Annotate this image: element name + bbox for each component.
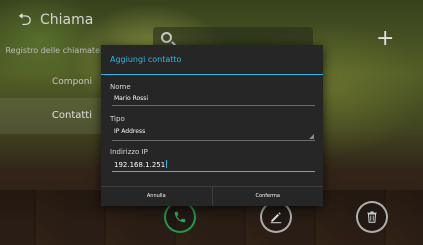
ip-field[interactable]: 192.168.1.251 bbox=[114, 160, 168, 169]
name-field[interactable]: Mario Rossi bbox=[114, 95, 148, 102]
ip-field-value: 192.168.1.251 bbox=[114, 161, 166, 169]
dialog-buttons: Annulla Conferma bbox=[101, 186, 323, 206]
call-screen: ⮌ Chiama + Registro delle chiamate Compo… bbox=[0, 0, 423, 245]
add-contact-dialog: Aggiungi contatto Nome Mario Rossi Tipo … bbox=[101, 45, 323, 206]
confirm-button[interactable]: Conferma bbox=[211, 187, 324, 206]
name-label: Nome bbox=[110, 83, 131, 91]
text-cursor bbox=[166, 160, 168, 168]
ip-label: Indirizzo IP bbox=[110, 148, 148, 156]
dialog-title: Aggiungi contatto bbox=[101, 45, 323, 75]
type-select[interactable]: IP Address bbox=[114, 128, 145, 135]
type-underline bbox=[112, 140, 315, 141]
cancel-button[interactable]: Annulla bbox=[101, 187, 212, 206]
dropdown-caret-icon[interactable] bbox=[309, 134, 314, 139]
type-label: Tipo bbox=[110, 115, 125, 123]
ip-underline bbox=[112, 171, 315, 172]
name-underline bbox=[112, 105, 315, 106]
